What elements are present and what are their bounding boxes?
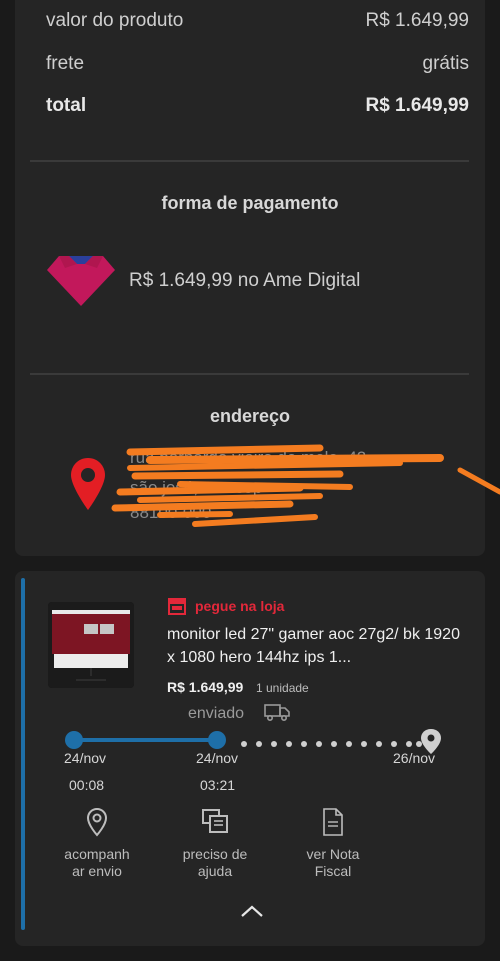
order-item-card: pegue na loja monitor led 27" gamer aoc … bbox=[15, 571, 485, 946]
product-value-row: valor do produto R$ 1.649,99 bbox=[46, 10, 469, 32]
invoice-document-icon bbox=[323, 808, 343, 836]
timeline-step-2-time: 03:21 bbox=[200, 777, 236, 793]
chat-help-icon bbox=[202, 809, 228, 833]
product-value-label: valor do produto bbox=[46, 10, 184, 31]
timeline-step-1-date: 24/nov bbox=[64, 750, 107, 766]
shipping-value: grátis bbox=[422, 53, 469, 74]
timeline-step-2-dot bbox=[208, 731, 226, 749]
shipping-row: frete grátis bbox=[46, 53, 469, 75]
total-row: total R$ 1.649,99 bbox=[46, 95, 469, 117]
invoice-label: ver Nota Fiscal bbox=[306, 846, 360, 879]
payment-title: forma de pagamento bbox=[161, 193, 339, 213]
timeline-step-3-date: 26/nov bbox=[393, 750, 436, 766]
timeline-step-2-date: 24/nov bbox=[196, 750, 239, 766]
address-line-2: são josé, sc - cep bbox=[130, 478, 263, 497]
order-summary-card: valor do produto R$ 1.649,99 frete gráti… bbox=[15, 0, 485, 556]
product-value: R$ 1.649,99 bbox=[365, 10, 469, 31]
timeline-step-1-time: 00:08 bbox=[69, 777, 105, 793]
track-shipment-button[interactable]: acompanhar envio bbox=[47, 807, 147, 889]
shipping-label: frete bbox=[46, 53, 85, 74]
help-label: preciso de ajuda bbox=[182, 846, 248, 879]
chevron-up-icon[interactable] bbox=[239, 903, 265, 919]
address-line-1: rua bernardo vieira de melo, 42 bbox=[130, 448, 367, 467]
address-title: endereço bbox=[209, 406, 291, 426]
help-button[interactable]: preciso de ajuda bbox=[165, 807, 265, 880]
location-outline-icon bbox=[86, 807, 108, 837]
location-pin-icon bbox=[71, 458, 105, 510]
track-shipment-label: acompanhar envio bbox=[64, 846, 130, 879]
ame-digital-icon bbox=[47, 256, 115, 306]
divider bbox=[30, 373, 469, 375]
timeline-step-1-dot bbox=[65, 731, 83, 749]
timeline-dotted-line bbox=[241, 741, 422, 747]
total-value: R$ 1.649,99 bbox=[365, 95, 469, 116]
total-label: total bbox=[46, 95, 87, 116]
payment-text: R$ 1.649,99 no Ame Digital bbox=[129, 270, 361, 291]
divider bbox=[30, 160, 469, 162]
address-line-3: 88100-000 bbox=[130, 503, 212, 522]
invoice-button[interactable]: ver Nota Fiscal bbox=[283, 807, 383, 880]
